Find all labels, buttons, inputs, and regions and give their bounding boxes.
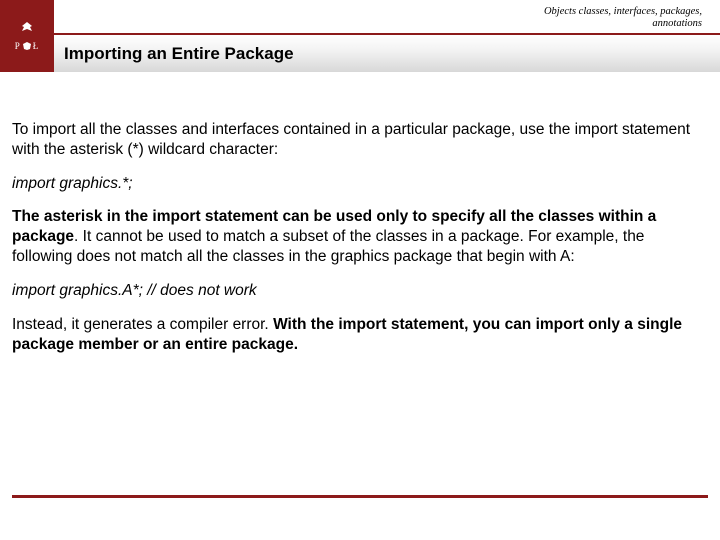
shield-icon [23,42,31,50]
slide-title: Importing an Entire Package [64,44,294,64]
conclusion-lead: Instead, it generates a compiler error. [12,316,273,333]
breadcrumb: Objects classes, interfaces, packages, a… [544,6,702,29]
institution-logo: P Ł [0,0,54,72]
breadcrumb-line-1: Objects classes, interfaces, packages, [544,6,702,18]
paragraph-intro: To import all the classes and interfaces… [12,120,702,160]
code-example-1: import graphics.*; [12,174,702,194]
restriction-rest: . It cannot be used to match a subset of… [12,228,644,265]
title-bar: Importing an Entire Package [54,35,720,72]
logo-letter-left: P [15,41,21,51]
slide-header: P Ł Objects classes, interfaces, package… [0,0,720,72]
eagle-icon [18,21,36,35]
breadcrumb-line-2: annotations [544,18,702,30]
logo-letter-right: Ł [33,41,40,51]
slide-body: To import all the classes and interfaces… [0,72,720,354]
paragraph-conclusion: Instead, it generates a compiler error. … [12,315,702,355]
logo-letters: P Ł [15,41,40,51]
code-example-2: import graphics.A*; // does not work [12,281,702,301]
paragraph-restriction: The asterisk in the import statement can… [12,207,702,266]
footer-divider [12,495,708,498]
